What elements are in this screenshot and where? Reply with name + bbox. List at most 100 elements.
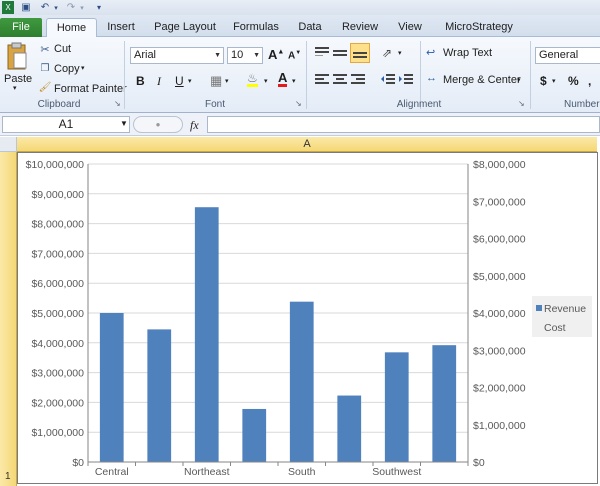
bar	[99, 313, 124, 462]
font-color-dropdown-icon[interactable]: ▾	[292, 77, 296, 85]
column-chart: $0 $1,000,000 $2,000,000 $3,000,000 $4,000,0…	[26, 159, 592, 478]
tab-page-layout[interactable]: Page Layout	[150, 18, 220, 37]
left-axis-tick-label: $3,000,000	[31, 368, 84, 380]
font-launcher-icon[interactable]: ↘	[295, 99, 302, 108]
clipboard-group-label: Clipboard	[37, 99, 81, 110]
tab-formulas[interactable]: Formulas	[228, 18, 284, 37]
currency-button[interactable]: $	[540, 74, 547, 88]
formula-input[interactable]	[207, 116, 600, 133]
right-axis-tick-label: $7,000,000	[473, 196, 526, 208]
align-middle-icon[interactable]	[332, 45, 348, 61]
align-top-icon[interactable]	[314, 45, 330, 61]
tab-insert[interactable]: Insert	[100, 18, 142, 37]
redo-icon[interactable]: ↷	[64, 1, 78, 14]
orientation-icon[interactable]: ⇗	[382, 46, 392, 60]
name-box-dropdown-icon[interactable]: ▼	[120, 119, 128, 128]
legend-label: Revenue	[544, 303, 586, 315]
name-box[interactable]: A1	[2, 116, 130, 133]
tab-review[interactable]: Review	[336, 18, 384, 37]
undo-dropdown-icon[interactable]: ▾	[52, 1, 60, 14]
save-icon[interactable]: ▣	[20, 1, 32, 14]
merge-center-icon[interactable]: ↔	[426, 72, 437, 84]
fill-color-icon[interactable]: ♨	[247, 72, 258, 87]
currency-dropdown-icon[interactable]: ▾	[552, 77, 556, 85]
shrink-font-icon[interactable]: A▼	[288, 50, 301, 61]
wrap-text-button[interactable]: Wrap Text	[443, 47, 492, 59]
tab-data[interactable]: Data	[292, 18, 328, 37]
select-all-corner[interactable]	[0, 137, 17, 152]
underline-button[interactable]: U	[175, 74, 184, 88]
row-header-1[interactable]: 1	[0, 152, 17, 486]
align-bottom-icon[interactable]	[350, 43, 370, 63]
category-label: South	[288, 466, 316, 478]
tab-file[interactable]: File	[0, 18, 42, 37]
font-color-icon[interactable]: A	[278, 71, 288, 87]
redo-dropdown-icon[interactable]: ▾	[78, 1, 86, 14]
alignment-group-label: Alignment	[396, 99, 442, 110]
dots-icon: ●	[155, 120, 161, 129]
format-painter-button[interactable]: Format Painter	[54, 83, 127, 95]
right-axis-tick-label: $1,000,000	[473, 420, 526, 432]
font-name-value: Arial	[134, 49, 157, 61]
number-format-value: General	[539, 49, 579, 61]
right-axis-tick-label: $5,000,000	[473, 271, 526, 283]
formula-bar: A1 ▼ ● fx	[0, 113, 600, 136]
orientation-dropdown-icon[interactable]: ▾	[398, 49, 402, 57]
increase-indent-icon[interactable]	[398, 72, 414, 88]
copy-button[interactable]: Copy	[54, 63, 80, 75]
align-center-icon[interactable]	[332, 72, 348, 88]
left-axis-tick-label: $10,000,000	[26, 159, 85, 171]
paste-dropdown-icon[interactable]: ▾	[13, 84, 17, 92]
merge-center-dropdown-icon[interactable]: ▾	[517, 76, 521, 84]
borders-icon[interactable]: ▦	[210, 73, 222, 89]
insert-function-button[interactable]: fx	[190, 118, 199, 133]
left-axis-tick-label: $1,000,000	[31, 427, 84, 439]
decrease-indent-icon[interactable]	[380, 72, 396, 88]
right-axis-tick-label: $4,000,000	[473, 308, 526, 320]
number-format-select[interactable]: General	[535, 47, 600, 64]
font-name-select[interactable]: Arial ▼	[130, 47, 224, 64]
italic-button[interactable]: I	[157, 74, 161, 89]
formula-bar-resize-handle[interactable]: ●	[133, 116, 183, 133]
tab-view[interactable]: View	[392, 18, 428, 37]
copy-icon[interactable]: ❐	[38, 62, 52, 74]
format-painter-icon[interactable]: 🖌	[38, 81, 52, 93]
number-group-label: Number	[564, 99, 600, 110]
cut-button[interactable]: Cut	[54, 43, 71, 55]
fill-color-dropdown-icon[interactable]: ▾	[264, 77, 268, 85]
undo-icon[interactable]: ↶	[38, 1, 52, 14]
left-axis-tick-label: $6,000,000	[31, 278, 84, 290]
customize-qat-icon[interactable]: ▾	[94, 1, 104, 14]
copy-dropdown-icon[interactable]: ▾	[81, 64, 85, 72]
wrap-text-icon[interactable]: ↩	[426, 46, 435, 59]
tab-home[interactable]: Home	[46, 18, 97, 38]
bold-button[interactable]: B	[136, 74, 145, 88]
name-box-value: A1	[58, 117, 74, 131]
right-axis-tick-label: $2,000,000	[473, 383, 526, 395]
left-axis-tick-label: $4,000,000	[31, 338, 84, 350]
divider	[124, 41, 125, 109]
tab-microstrategy[interactable]: MicroStrategy	[436, 18, 522, 37]
underline-dropdown-icon[interactable]: ▾	[188, 77, 192, 85]
chart-area[interactable]: $0 $1,000,000 $2,000,000 $3,000,000 $4,000,0…	[17, 152, 598, 484]
column-header-a[interactable]: A	[17, 137, 597, 152]
paste-button[interactable]: Paste	[4, 73, 32, 85]
percent-button[interactable]: %	[568, 74, 579, 88]
font-size-select[interactable]: 10 ▼	[227, 47, 263, 64]
category-label: Northeast	[184, 466, 230, 478]
clipboard-launcher-icon[interactable]: ↘	[114, 99, 121, 108]
comma-style-button[interactable]: ,	[588, 74, 591, 88]
ribbon-home: Paste ▾ ✂ Cut ❐ Copy ▾ 🖌 Format Painter …	[0, 37, 600, 113]
align-left-icon[interactable]	[314, 72, 330, 88]
legend-swatch	[536, 305, 542, 311]
paste-icon[interactable]	[6, 41, 28, 71]
left-axis-tick-label: $2,000,000	[31, 397, 84, 409]
cut-icon[interactable]: ✂	[38, 43, 52, 56]
grow-font-icon[interactable]: A▲	[268, 47, 284, 62]
align-right-icon[interactable]	[350, 72, 366, 88]
borders-dropdown-icon[interactable]: ▾	[225, 77, 229, 85]
alignment-launcher-icon[interactable]: ↘	[518, 99, 525, 108]
bar	[242, 408, 267, 462]
merge-center-button[interactable]: Merge & Center	[443, 74, 521, 86]
divider	[530, 41, 531, 109]
